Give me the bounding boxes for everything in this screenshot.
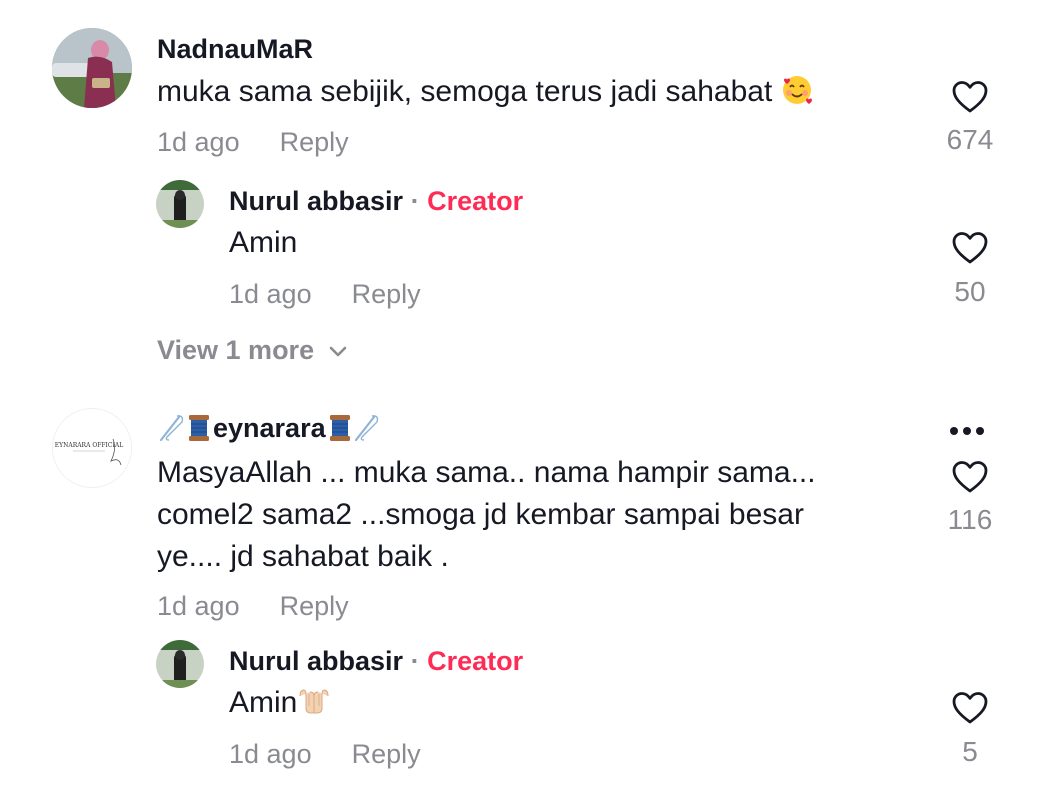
sewing-needle-icon bbox=[354, 415, 378, 442]
comment-username-line: eynarara bbox=[157, 412, 380, 444]
reply-username[interactable]: Nurul abbasir bbox=[229, 186, 403, 216]
avatar[interactable] bbox=[52, 28, 132, 108]
reply-button[interactable]: Reply bbox=[280, 127, 349, 157]
heart-outline-icon[interactable] bbox=[951, 691, 989, 725]
creator-badge: Creator bbox=[427, 646, 524, 676]
comment-meta: 1d ago Reply bbox=[157, 590, 349, 622]
reply-button[interactable]: Reply bbox=[352, 739, 421, 769]
like-count: 5 bbox=[962, 736, 978, 767]
reply-time: 1d ago bbox=[229, 279, 312, 309]
avatar[interactable]: EYNARARA OFFICIAL bbox=[52, 408, 132, 488]
reply-text-content: Amin bbox=[229, 686, 298, 719]
avatar[interactable] bbox=[156, 640, 204, 688]
separator-dot: · bbox=[410, 646, 420, 676]
reply-text: Amin bbox=[229, 226, 298, 259]
creator-badge: Creator bbox=[427, 186, 524, 216]
view-more-label: View 1 more bbox=[157, 335, 315, 365]
thread-spool-icon bbox=[329, 415, 350, 441]
comment-text-line: comel2 sama2 ...smoga jd kembar sampai b… bbox=[157, 498, 804, 531]
comment-text: muka sama sebijik, semoga terus jadi sah… bbox=[157, 71, 813, 113]
comment-time: 1d ago bbox=[157, 591, 240, 621]
reply-username-line: Nurul abbasir · Creator bbox=[229, 645, 523, 677]
svg-text:EYNARARA OFFICIAL: EYNARARA OFFICIAL bbox=[55, 442, 123, 449]
avatar[interactable] bbox=[156, 180, 204, 228]
comment-username[interactable]: eynarara bbox=[213, 412, 326, 444]
heart-outline-icon[interactable] bbox=[951, 80, 989, 114]
more-dot bbox=[976, 427, 984, 435]
comment-text-content: muka sama sebijik, semoga terus jadi sah… bbox=[157, 75, 773, 108]
reply-button[interactable]: Reply bbox=[280, 591, 349, 621]
thread-spool-icon bbox=[189, 415, 209, 441]
like-count: 116 bbox=[947, 504, 993, 535]
comment-username[interactable]: NadnauMaR bbox=[157, 33, 313, 65]
sewing-needle-icon bbox=[159, 415, 184, 442]
palms-up-together-icon bbox=[299, 689, 329, 714]
heart-outline-icon[interactable] bbox=[951, 231, 989, 265]
reply-meta: 1d ago Reply bbox=[229, 278, 421, 310]
reply-meta: 1d ago Reply bbox=[229, 738, 421, 770]
reply-username[interactable]: Nurul abbasir bbox=[229, 646, 403, 676]
like-count: 50 bbox=[954, 276, 986, 307]
smiling-face-with-hearts-icon bbox=[782, 76, 812, 104]
more-dot bbox=[950, 427, 958, 435]
reply-time: 1d ago bbox=[229, 739, 312, 769]
comment-time: 1d ago bbox=[157, 127, 240, 157]
comment-meta: 1d ago Reply bbox=[157, 126, 349, 158]
comment-text: MasyaAllah ... muka sama.. nama hampir s… bbox=[157, 452, 816, 578]
more-dot bbox=[963, 427, 971, 435]
reply-button[interactable]: Reply bbox=[352, 279, 421, 309]
separator-dot: · bbox=[410, 186, 420, 216]
view-more-replies-button[interactable]: View 1 more bbox=[157, 334, 348, 366]
reply-username-line: Nurul abbasir · Creator bbox=[229, 185, 523, 217]
chevron-down-icon bbox=[329, 346, 346, 357]
like-count: 674 bbox=[946, 124, 994, 155]
comment-text-line: MasyaAllah ... muka sama.. nama hampir s… bbox=[157, 456, 816, 489]
reply-text: Amin bbox=[229, 682, 331, 724]
more-options-button[interactable] bbox=[950, 427, 984, 435]
comment-text-line: ye.... jd sahabat baik . bbox=[157, 540, 449, 573]
heart-outline-icon[interactable] bbox=[951, 460, 989, 494]
